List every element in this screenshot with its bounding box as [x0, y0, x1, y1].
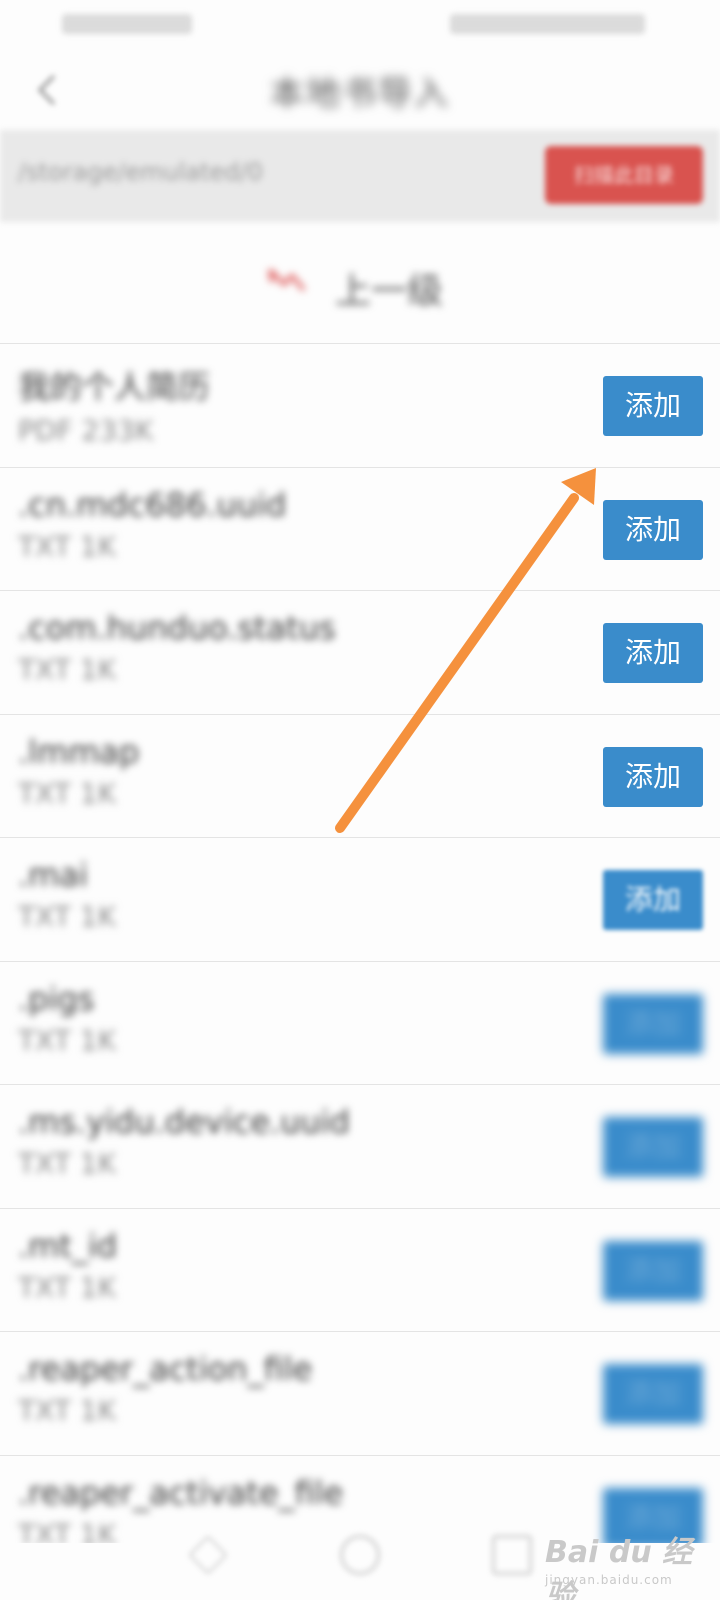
current-path: /storage/emulated/0 — [18, 158, 263, 186]
nav-home-icon[interactable] — [340, 1535, 380, 1575]
file-meta: TXT 1K — [18, 529, 116, 563]
add-button-label: 添加 — [624, 1006, 681, 1040]
file-meta: TXT 1K — [18, 1270, 116, 1304]
file-name: .reaper_activate_file — [18, 1473, 344, 1512]
file-name: .lmmap — [18, 732, 140, 771]
file-name: .pigs — [18, 979, 95, 1018]
list-item: .mai TXT 1K 添加 — [0, 837, 720, 961]
app-header: 本地书导入 — [0, 50, 720, 130]
list-item: 我的个人简历 PDF 233K 添加 — [0, 343, 720, 467]
file-meta: TXT 1K — [18, 1147, 116, 1180]
page-title: 本地书导入 — [270, 74, 450, 114]
watermark-brand: Bai du 经验 — [545, 1535, 693, 1600]
add-button-label: 添加 — [624, 1130, 681, 1163]
add-button[interactable]: 添加 — [603, 1117, 703, 1177]
add-button[interactable]: 添加 — [603, 993, 703, 1054]
file-name: .mai — [18, 856, 88, 894]
battery-icon — [450, 14, 645, 34]
list-item: .cn.mdc686.uuid TXT 1K 添加 — [0, 466, 720, 591]
file-name: .reaper_action_file — [18, 1350, 313, 1388]
list-item: .ms.yidu.device.uuid TXT 1K 添加 — [0, 1084, 720, 1208]
file-name: .ms.yidu.device.uuid — [18, 1103, 350, 1141]
file-name: 我的个人简历 — [18, 368, 211, 406]
file-meta: TXT 1K — [18, 1023, 116, 1057]
add-button[interactable]: 添加 — [603, 746, 703, 807]
add-button[interactable]: 添加 — [603, 870, 703, 930]
watermark-url: jingyan.baidu.com — [545, 1573, 673, 1587]
add-button-label: 添加 — [624, 1253, 681, 1287]
add-button[interactable]: 添加 — [603, 1364, 703, 1424]
signal-icon — [62, 14, 192, 34]
parent-directory-label: 上一级 — [335, 271, 444, 312]
nav-recent-icon[interactable] — [492, 1535, 532, 1575]
add-button[interactable]: 添加 — [603, 623, 703, 683]
list-item: .lmmap TXT 1K 添加 — [0, 713, 720, 838]
list-item: .pigs TXT 1K 添加 — [0, 960, 720, 1085]
file-meta: TXT 1K — [18, 900, 116, 933]
list-item: .com.hunduo.status TXT 1K 添加 — [0, 590, 720, 714]
file-meta: TXT 1K — [18, 653, 116, 686]
add-button[interactable]: 添加 — [603, 376, 703, 436]
return-arrow-icon — [262, 258, 312, 308]
file-name: .com.hunduo.status — [18, 609, 336, 647]
nav-back-icon[interactable] — [188, 1535, 228, 1575]
file-meta: TXT 1K — [18, 776, 116, 810]
file-meta: TXT 1K — [18, 1394, 116, 1427]
baidu-watermark: Bai du 经验 jingyan.baidu.com — [545, 1515, 720, 1600]
add-button[interactable]: 添加 — [603, 1240, 703, 1301]
list-item: .reaper_action_file TXT 1K 添加 — [0, 1331, 720, 1455]
add-button[interactable]: 添加 — [603, 499, 703, 560]
path-bar: /storage/emulated/0 扫描此目录 — [0, 130, 720, 222]
file-meta: PDF 233K — [18, 414, 154, 447]
status-bar — [0, 0, 720, 50]
parent-directory-row[interactable]: 上一级 — [0, 232, 720, 342]
file-name: .cn.mdc686.uuid — [18, 485, 287, 524]
file-list: 我的个人简历 PDF 233K 添加 .cn.mdc686.uuid TXT 1K … — [0, 343, 720, 1543]
file-name: .mt_id — [18, 1226, 118, 1265]
list-item: .mt_id TXT 1K 添加 — [0, 1207, 720, 1332]
add-button-label: 添加 — [624, 1377, 681, 1410]
scan-directory-button[interactable]: 扫描此目录 — [545, 146, 703, 204]
